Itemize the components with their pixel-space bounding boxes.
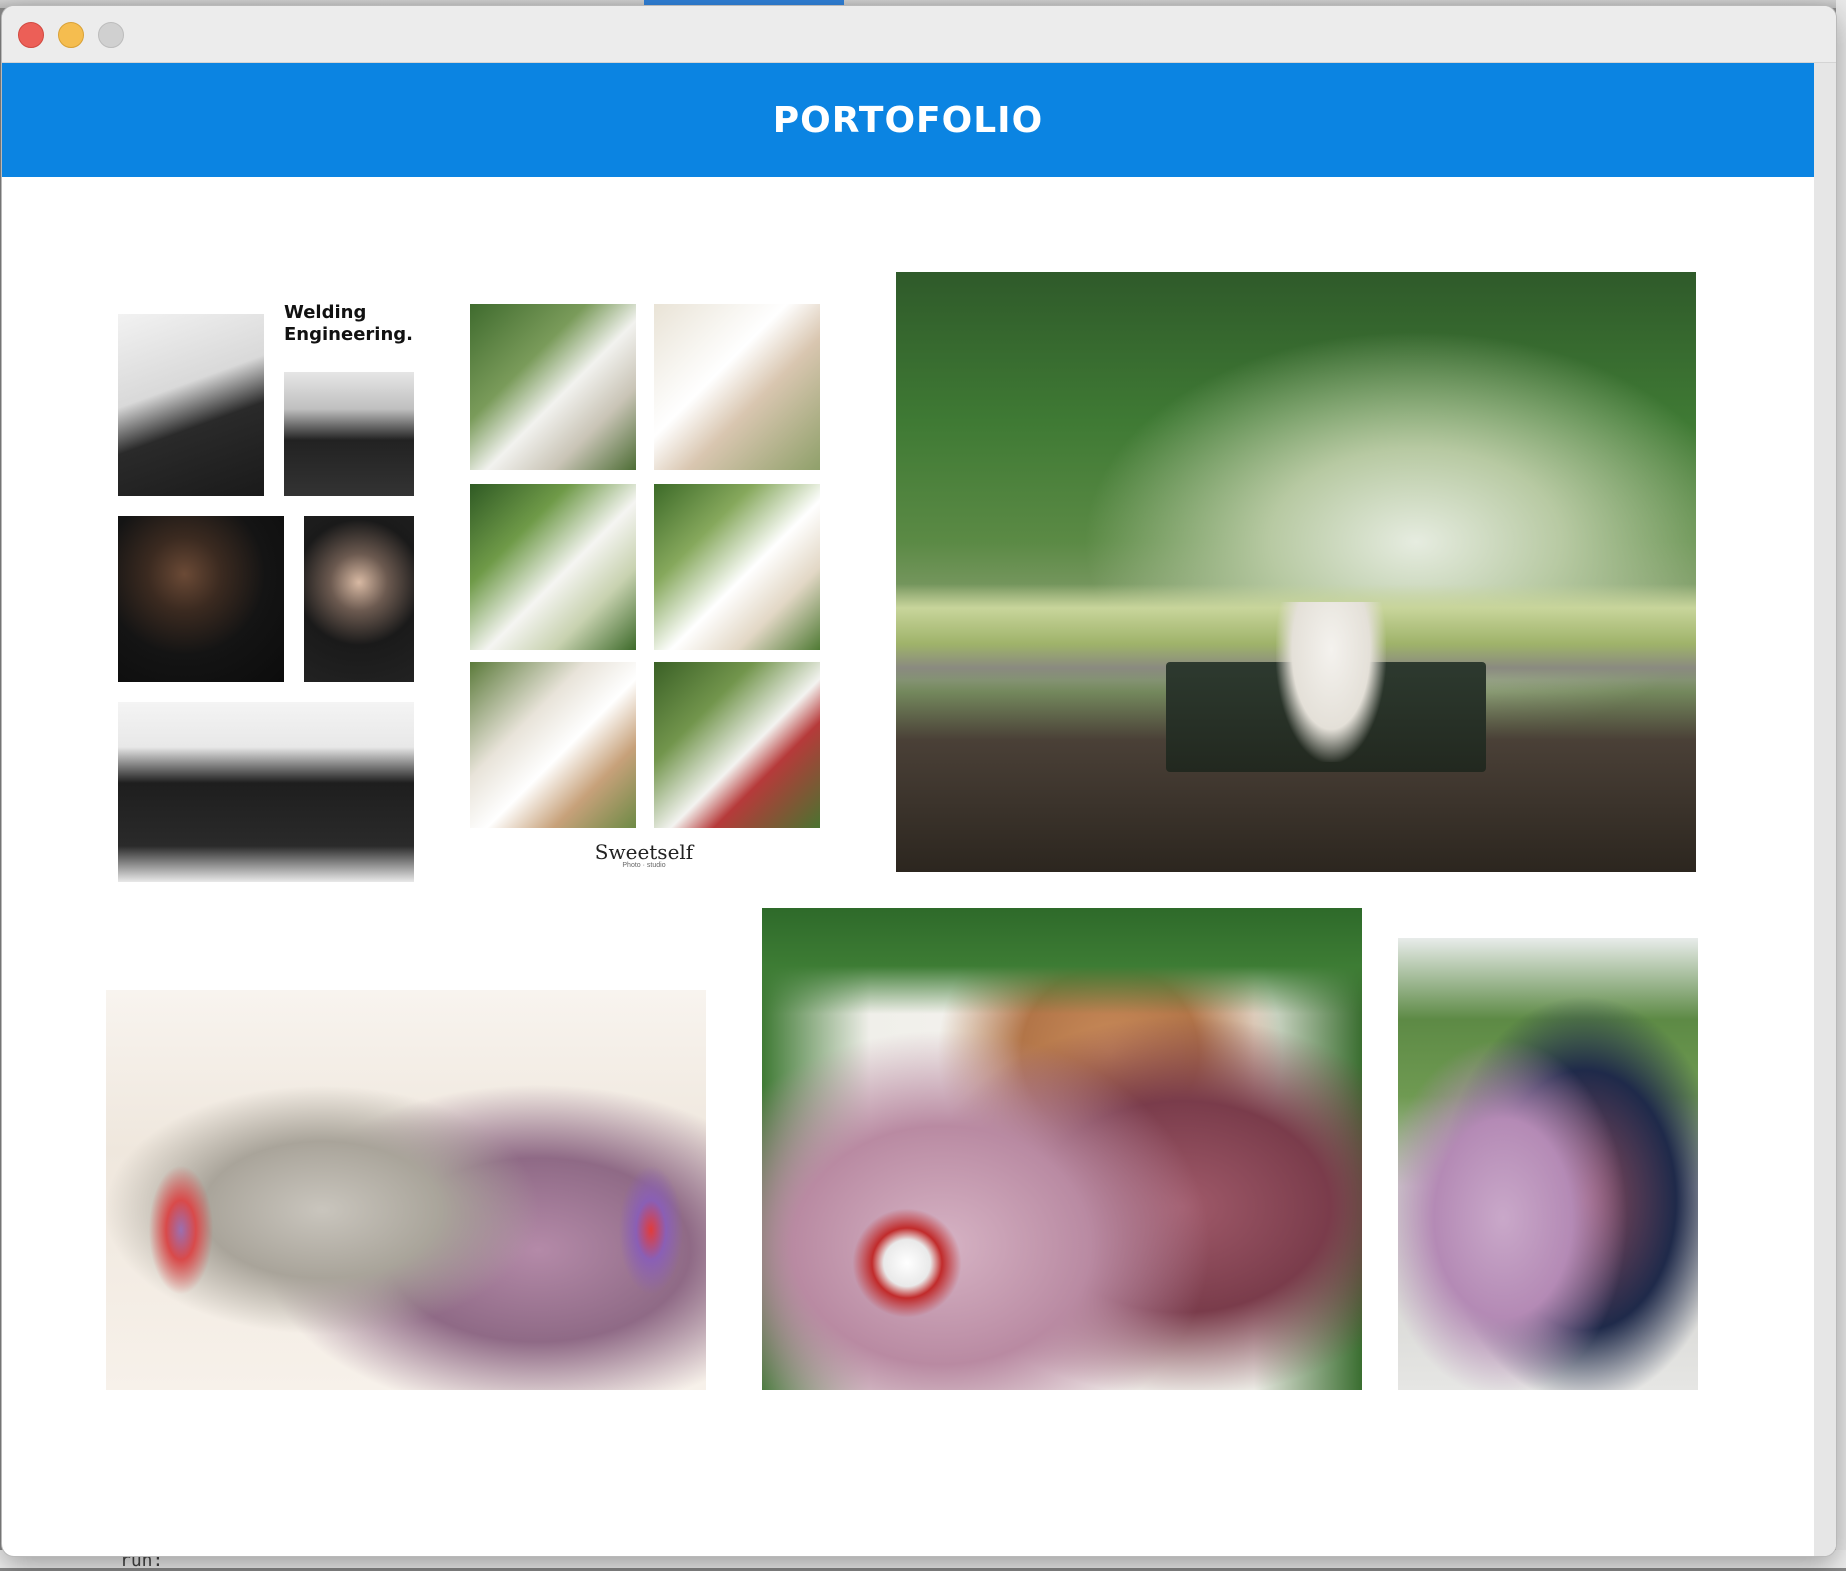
sweetself-photo-3 <box>470 484 636 650</box>
couple-silhouette <box>1276 602 1386 762</box>
photo-couple-dancing[interactable] <box>106 990 706 1390</box>
maximize-window-button[interactable] <box>98 22 124 48</box>
flower-left <box>146 1160 216 1300</box>
sweetself-photo-6 <box>654 662 820 828</box>
sweetself-logo: Sweetself <box>594 840 694 864</box>
welding-label-line2: Engineering. <box>284 324 413 345</box>
welding-photo-man-sunglasses <box>118 516 284 682</box>
photo-welding-collage[interactable]: Welding Engineering. <box>118 302 414 886</box>
photo-sweetself-collage[interactable]: Sweetself Photo · studio <box>466 300 822 872</box>
minimize-window-button[interactable] <box>58 22 84 48</box>
sweetself-logo-sub: Photo · studio <box>622 862 666 869</box>
portfolio-header: PORTOFOLIO <box>2 63 1814 177</box>
sweetself-photo-1 <box>470 304 636 470</box>
photo-couple-flower-backdrop[interactable] <box>762 908 1362 1390</box>
sweetself-photo-2 <box>654 304 820 470</box>
app-window: PORTOFOLIO Welding Engineering. Sweetsel… <box>2 6 1836 1556</box>
flower-right <box>616 1160 686 1300</box>
photo-couple-bench[interactable] <box>896 272 1696 872</box>
welding-photo-big-group <box>118 702 414 882</box>
page-title: PORTOFOLIO <box>772 99 1044 141</box>
close-window-button[interactable] <box>18 22 44 48</box>
sweetself-photo-4 <box>654 484 820 650</box>
welding-photo-stairs <box>118 314 264 496</box>
photo-couple-walking[interactable] <box>1398 938 1698 1390</box>
window-right-edge <box>1814 63 1836 1556</box>
welding-label-line1: Welding <box>284 302 367 323</box>
welding-label: Welding Engineering. <box>284 302 413 346</box>
window-titlebar[interactable] <box>2 6 1836 63</box>
sweetself-photo-5 <box>470 662 636 828</box>
welding-photo-woman-hijab <box>304 516 414 682</box>
desktop-background-right <box>1836 0 1846 1568</box>
welding-photo-group-small <box>284 372 414 496</box>
bouquet <box>852 1208 962 1318</box>
